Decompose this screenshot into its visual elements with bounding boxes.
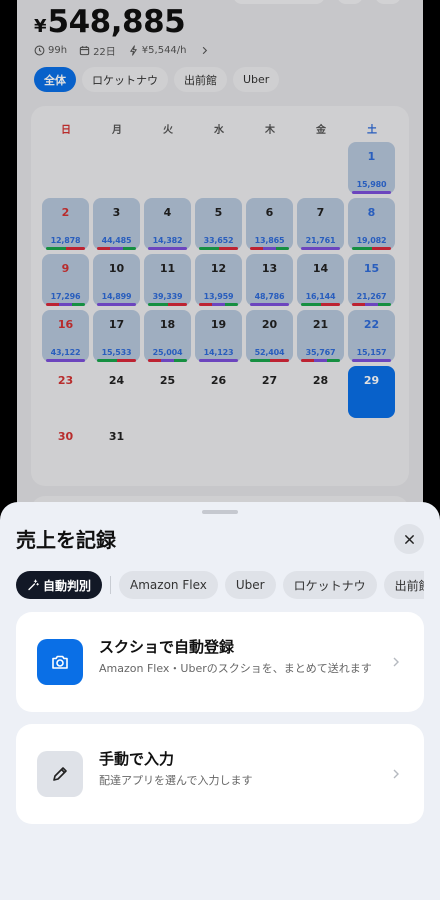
- chip-uber[interactable]: Uber: [224, 571, 276, 599]
- manual-input-option[interactable]: 手動で入力 配達アプリを選んで入力します: [16, 724, 424, 824]
- option-title: 手動で入力: [99, 750, 175, 768]
- chip-auto-detect[interactable]: 自動判別: [16, 571, 103, 599]
- magic-wand-icon: [28, 579, 39, 591]
- platform-chip-row[interactable]: 自動判別 Amazon Flex Uber ロケットナウ 出前館: [16, 571, 424, 599]
- sheet-grab-handle[interactable]: [202, 510, 238, 514]
- chip-rocketnow[interactable]: ロケットナウ: [282, 571, 377, 599]
- option-description: 配達アプリを選んで入力します: [99, 774, 253, 787]
- chip-amazon-flex[interactable]: Amazon Flex: [119, 571, 218, 599]
- pencil-icon: [53, 767, 67, 781]
- close-icon: [404, 534, 414, 544]
- screenshot-auto-register-option[interactable]: スクショで自動登録 Amazon Flex・Uberのスクショを、まとめて送れま…: [16, 612, 424, 712]
- option-description: Amazon Flex・Uberのスクショを、まとめて送れます: [99, 662, 372, 675]
- close-button[interactable]: [394, 524, 424, 554]
- sheet-title: 売上を記録: [16, 528, 116, 552]
- record-sales-sheet: 売上を記録 自動判別 Amazon Flex Uber ロケットナウ 出前館 ス…: [0, 502, 440, 900]
- chevron-right-icon: [393, 657, 399, 667]
- option-title: スクショで自動登録: [99, 638, 235, 656]
- chip-label: 自動判別: [43, 578, 92, 593]
- chip-demaecan[interactable]: 出前館: [383, 571, 424, 599]
- camera-icon: [52, 655, 68, 669]
- chip-divider: [110, 576, 112, 594]
- chevron-right-icon: [393, 769, 399, 779]
